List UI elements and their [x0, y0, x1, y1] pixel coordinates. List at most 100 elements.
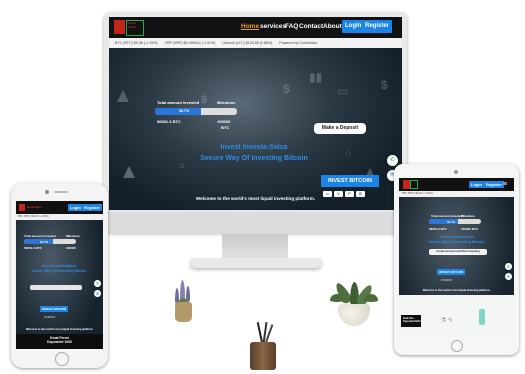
plant-icon	[479, 309, 485, 325]
milestone-unit: BTC	[221, 125, 230, 130]
tablet-invest-bitcoin-button[interactable]: INVEST BITCOIN	[437, 269, 466, 275]
phone-footer-text: Welcome to the world's most liquid inves…	[25, 328, 94, 331]
monitor-stand-neck	[222, 234, 288, 260]
whatsapp-icon[interactable]: ✆	[94, 280, 101, 287]
phone-progress-fill	[24, 239, 54, 244]
milestone-value: 100000	[217, 119, 231, 124]
tablet-hero: Total amount invested Milestone 56.7% 56…	[399, 197, 514, 338]
login-button[interactable]: Login	[342, 20, 365, 33]
phone-speaker	[54, 191, 68, 193]
tablet-total-label: Total amount invested	[431, 214, 463, 218]
tablet-progress-label: 56.7%	[447, 219, 455, 224]
nav-services[interactable]: services	[260, 23, 286, 30]
tablet-deposit-popup: Noah Mo... Deposited $212	[401, 315, 421, 327]
total-invested-label: Total amount invested	[157, 100, 200, 105]
monitor-chin	[104, 212, 407, 234]
phone-milestone-label: Milestone	[66, 234, 80, 238]
hero-subtitle: Secure Way Of Investing Bitcoin	[200, 155, 308, 162]
tablet-hero-subtitle: Secure Way Of Investing Bitcoin	[428, 240, 485, 244]
whatsapp-icon[interactable]: ✆	[505, 263, 512, 270]
ticker-ltc: Litecoin (LTC) $134.55 (2.68%)	[222, 41, 273, 45]
phone-deposit-popup: Kmal Permi Deposited 1000	[16, 334, 103, 349]
phone-progress-label: 56.7%	[40, 239, 48, 244]
tablet-milestone-value: 100000 BTC	[461, 227, 479, 231]
popup-deposit: Deposited 1000	[47, 340, 72, 344]
phone-brand: Invest Salsa	[27, 206, 41, 209]
monitor-screen: Invest Salsa Home services FAQ Contact A…	[109, 17, 402, 210]
tablet-progress-bar	[429, 219, 481, 224]
hamburger-menu-icon[interactable]: ≡	[503, 181, 507, 188]
phone-hero-subtitle: Secure Way Of Investing Bitcoin	[31, 269, 87, 273]
chart-icon: ▮▮	[309, 70, 323, 84]
phone-progress-bar	[24, 239, 76, 244]
tablet-home-button	[451, 340, 463, 352]
tablet-camera	[454, 170, 458, 174]
phone-hero-title: Invest Investa-Salsa	[41, 264, 77, 268]
nav-about[interactable]: About	[323, 23, 342, 30]
tablet-milestone-label: Milestone	[461, 214, 475, 218]
dollar-icon: $	[381, 78, 388, 92]
lavender-plant	[172, 280, 196, 322]
dollar-icon: $	[283, 82, 290, 96]
tree-icon	[117, 90, 129, 102]
nav-home[interactable]: Home	[241, 23, 259, 30]
logo-box-icon	[410, 180, 418, 189]
logo-icon[interactable]	[114, 20, 125, 34]
tablet-total-value: 56651.3 BTC	[429, 227, 447, 231]
investment-progress-label: 56.7%	[179, 109, 190, 113]
tablet-login-button[interactable]: Login	[469, 181, 484, 188]
register-button[interactable]: Register	[362, 20, 393, 33]
ticker-powered-by[interactable]: Powered by CoinGecko	[279, 41, 317, 45]
nav-faq[interactable]: FAQ	[285, 23, 298, 30]
hero-footer-text: Welcome to the world's most liquid inves…	[195, 196, 316, 201]
tablet-payment-icons: ▭▭▭	[441, 277, 453, 282]
pencil-holder	[247, 321, 279, 370]
hero-title: Invest Investa-Salsa	[220, 144, 288, 151]
hero-section: $ ▮▮ ▭ $ $ ⌂ ⌂ Total amount invested Mil…	[109, 48, 402, 210]
ticker-btc: BTC (BTC) $9.36 (-1.15%)	[115, 41, 158, 45]
ticker-xrp: XRP (XRP) $0.495514 (-1.91%)	[164, 41, 216, 45]
milestone-label: Milestone	[217, 100, 236, 105]
nav-contact[interactable]: Contact	[299, 23, 323, 30]
invest-bitcoin-button[interactable]: INVEST BITCOIN	[321, 175, 379, 187]
total-invested-value: 56651.3 BTC	[157, 119, 181, 124]
succulent-plant	[326, 280, 382, 338]
tablet-footer-text: Welcome to the world's most liquid inves…	[422, 289, 491, 292]
phone-navbar: Invest Salsa Login Register	[16, 201, 103, 214]
logo-icon[interactable]	[19, 204, 25, 211]
monitor-stand-base	[190, 258, 322, 268]
investment-progress-bar	[155, 108, 237, 115]
dollar-icon: $	[201, 94, 208, 106]
decor-icons: ⚗ ✎	[441, 318, 454, 324]
phone-hero: Total amount invested Milestone 56.7% 56…	[16, 220, 103, 349]
phone-total-value: 56651.3 BTC	[24, 246, 42, 250]
banknote-icon: ▭	[337, 84, 349, 98]
phone-milestone-value: 100000	[66, 246, 77, 250]
phone-invest-bitcoin-button[interactable]: INVEST BITCOIN	[40, 306, 69, 312]
tablet-popup-deposit: Deposited $212	[403, 320, 421, 323]
phone-payment-icons: ▭▭▭	[44, 314, 56, 319]
tree-icon	[123, 166, 135, 178]
logo-icon[interactable]	[403, 180, 410, 189]
tablet-hero-title: Invest Investa-Salsa	[439, 235, 474, 239]
crypto-ticker: BTC (BTC) $9.36 (-1.15%) XRP (XRP) $0.49…	[109, 38, 402, 48]
whatsapp-icon[interactable]: ✆	[387, 155, 398, 166]
tablet-navbar: Login Register ≡	[399, 178, 514, 191]
messenger-icon[interactable]: ✉	[94, 290, 101, 297]
make-deposit-button[interactable]: Make a Deposit	[314, 123, 366, 134]
phone-total-label: Total amount invested	[24, 234, 56, 238]
desktop-navbar: Invest Salsa Home services FAQ Contact A…	[109, 17, 402, 38]
brand-name: Invest Salsa	[128, 21, 137, 29]
messenger-icon[interactable]: ✉	[505, 273, 512, 280]
phone-register-button[interactable]: Register	[82, 204, 103, 211]
phone-home-button	[55, 352, 69, 366]
tablet-ticker-text: BTC (BTC) $9.36 (-1.15%)	[402, 192, 433, 195]
tablet-screen: Login Register ≡ BTC (BTC) $9.36 (-1.15%…	[399, 178, 514, 338]
tablet-lower-section: Noah Mo... Deposited $212 ⚗ ✎	[399, 295, 514, 338]
phone-camera	[45, 190, 49, 194]
tablet-deposit-button[interactable]: Create Account and Start Investing	[429, 249, 487, 255]
phone-ticker-text: BTC (BTC) $9.36 (-1.15%)	[18, 215, 49, 218]
phone-deposit-button[interactable]	[30, 285, 82, 290]
phone-login-button[interactable]: Login	[68, 204, 83, 211]
tablet-register-button[interactable]: Register	[484, 181, 505, 188]
